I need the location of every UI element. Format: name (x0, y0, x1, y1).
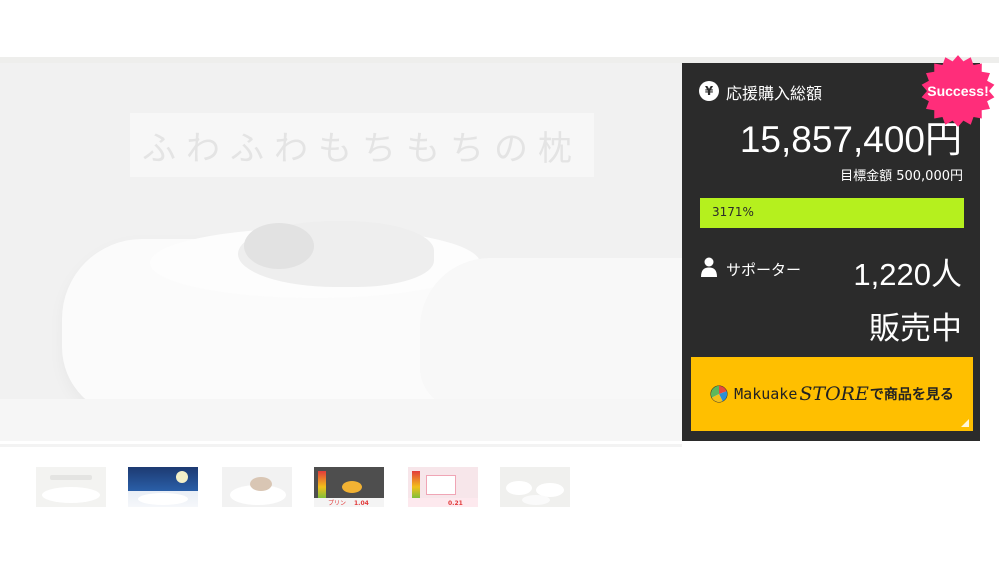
pudding-icon (342, 481, 362, 493)
thumb-caption: プリン (328, 500, 347, 507)
thumb-head-shape (250, 477, 272, 491)
thumb-pillow-shape (42, 487, 100, 503)
goal-amount: 目標金額 500,000円 (840, 169, 963, 184)
progress-percent: 3171% (712, 205, 754, 219)
thumb-pillow-shape (506, 481, 532, 495)
makuake-logo-icon (710, 385, 728, 403)
blanket-shape (420, 258, 682, 408)
success-badge: Success! (918, 53, 998, 129)
thumb-value: 1.04 (354, 500, 369, 507)
supporter-count: 1,220人 (853, 257, 962, 292)
corner-arrow-icon (961, 419, 969, 427)
thumbnail-2[interactable] (128, 467, 198, 507)
total-label: 応援購入総額 (726, 84, 823, 103)
thumb-title-shape (50, 475, 92, 480)
hero-title: ふわふわもちもちの枕 (142, 128, 582, 169)
hero-floor (0, 399, 682, 441)
thumbnail-3[interactable] (222, 467, 292, 507)
sale-status: 販売中 (869, 311, 962, 347)
thumb-pillow-shape (138, 493, 188, 505)
store-button-label: で商品を見る (869, 387, 954, 403)
yen-icon: ¥ (699, 81, 719, 101)
thumbnail-6[interactable] (500, 467, 570, 507)
makuake-store-button[interactable]: Makuake STORE で商品を見る (691, 357, 973, 431)
thumbnail-5[interactable]: 0.21 (408, 467, 478, 507)
thumb-card-shape (426, 475, 456, 495)
hero-title-box: ふわふわもちもちの枕 (130, 113, 594, 177)
thumb-caption-bar (408, 498, 478, 507)
thumbnail-1[interactable] (36, 467, 106, 507)
success-badge-text: Success! (927, 83, 989, 99)
thumb-pillow-shape (522, 495, 550, 505)
store-brand: Makuake (734, 385, 798, 403)
thumb-caption-bar (314, 498, 384, 507)
main-project-image[interactable]: ふわふわもちもちの枕 (0, 63, 682, 441)
supporter-label: サポーター (726, 261, 802, 279)
thumbnail-4[interactable]: プリン 1.04 (314, 467, 384, 507)
progress-bar: 3171% (700, 198, 964, 228)
thumbnail-divider (0, 444, 682, 447)
store-word: STORE (799, 383, 869, 405)
project-page: ふわふわもちもちの枕 ¥ 応援購入総額 15,857,400円 目標金額 500… (0, 0, 999, 562)
person-icon (701, 257, 717, 277)
sleeper-hair-shape (244, 223, 314, 269)
moon-icon (176, 471, 188, 483)
thumb-value: 0.21 (448, 500, 463, 507)
